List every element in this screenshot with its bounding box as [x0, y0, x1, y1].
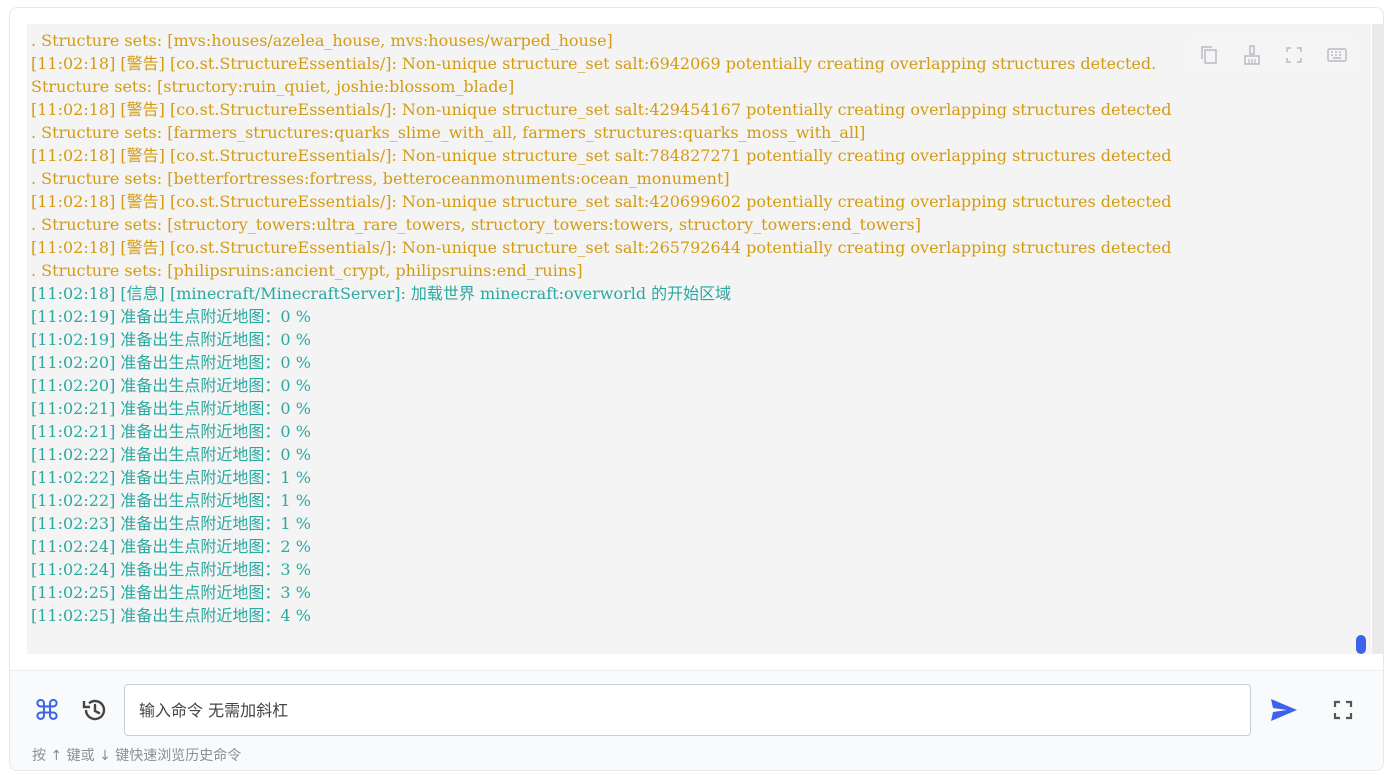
log-line: [11:02:21] 准备出生点附近地图：0 %: [31, 399, 311, 418]
history-icon[interactable]: [78, 693, 112, 727]
fullscreen-icon[interactable]: [1328, 693, 1358, 727]
log-line: [11:02:18] [警告] [co.st.StructureEssentia…: [31, 54, 1157, 73]
log-line: [11:02:19] 准备出生点附近地图：0 %: [31, 307, 311, 326]
log-line: [11:02:18] [警告] [co.st.StructureEssentia…: [31, 100, 1172, 119]
send-icon[interactable]: [1266, 692, 1302, 728]
log-line: [11:02:25] 准备出生点附近地图：4 %: [31, 606, 311, 625]
log-line: . Structure sets: [betterfortresses:fort…: [31, 169, 730, 188]
command-key-icon[interactable]: ⌘: [30, 693, 64, 727]
log-line: . Structure sets: [structory_towers:ultr…: [31, 215, 921, 234]
log-line: [11:02:18] [警告] [co.st.StructureEssentia…: [31, 192, 1172, 211]
log-line: [11:02:25] 准备出生点附近地图：3 %: [31, 583, 311, 602]
log-line: . Structure sets: [philipsruins:ancient_…: [31, 261, 583, 280]
expand-icon[interactable]: [1283, 44, 1305, 66]
log-line: [11:02:22] 准备出生点附近地图：0 %: [31, 445, 311, 464]
log-line: [11:02:19] 准备出生点附近地图：0 %: [31, 330, 311, 349]
log-line: [11:02:21] 准备出生点附近地图：0 %: [31, 422, 311, 441]
log-line: [11:02:24] 准备出生点附近地图：2 %: [31, 537, 311, 556]
command-input[interactable]: [124, 684, 1251, 736]
log-line: [11:02:18] [信息] [minecraft/MinecraftServ…: [31, 284, 732, 303]
history-hint: 按 ↑ 键或 ↓ 键快速浏览历史命令: [32, 748, 242, 764]
console-panel: . Structure sets: [mvs:houses/azelea_hou…: [9, 7, 1384, 771]
log-line: [11:02:18] [警告] [co.st.StructureEssentia…: [31, 238, 1172, 257]
console-scrollbar-thumb[interactable]: [1356, 635, 1366, 654]
log-line: [11:02:22] 准备出生点附近地图：1 %: [31, 468, 311, 487]
log-line: [11:02:18] [警告] [co.st.StructureEssentia…: [31, 146, 1172, 165]
log-line: [11:02:22] 准备出生点附近地图：1 %: [31, 491, 311, 510]
log-line: [11:02:20] 准备出生点附近地图：0 %: [31, 353, 311, 372]
clear-icon[interactable]: [1241, 44, 1263, 66]
console-scrollbar-track[interactable]: [1372, 24, 1383, 654]
console-output[interactable]: . Structure sets: [mvs:houses/azelea_hou…: [27, 24, 1371, 654]
log-line: [11:02:24] 准备出生点附近地图：3 %: [31, 560, 311, 579]
log-line: . Structure sets: [mvs:houses/azelea_hou…: [31, 31, 613, 50]
log-line: Structure sets: [structory:ruin_quiet, j…: [31, 77, 515, 96]
log-line: [11:02:20] 准备出生点附近地图：0 %: [31, 376, 311, 395]
command-bar: ⌘ 按 ↑ 键或 ↓ 键快速浏览历史命令: [10, 671, 1383, 770]
log-lines: . Structure sets: [mvs:houses/azelea_hou…: [31, 29, 1371, 627]
keyboard-icon[interactable]: [1326, 44, 1348, 66]
copy-icon[interactable]: [1198, 44, 1220, 66]
console-toolbar: [1188, 38, 1358, 72]
log-line: [11:02:23] 准备出生点附近地图：1 %: [31, 514, 311, 533]
log-line: . Structure sets: [farmers_structures:qu…: [31, 123, 866, 142]
